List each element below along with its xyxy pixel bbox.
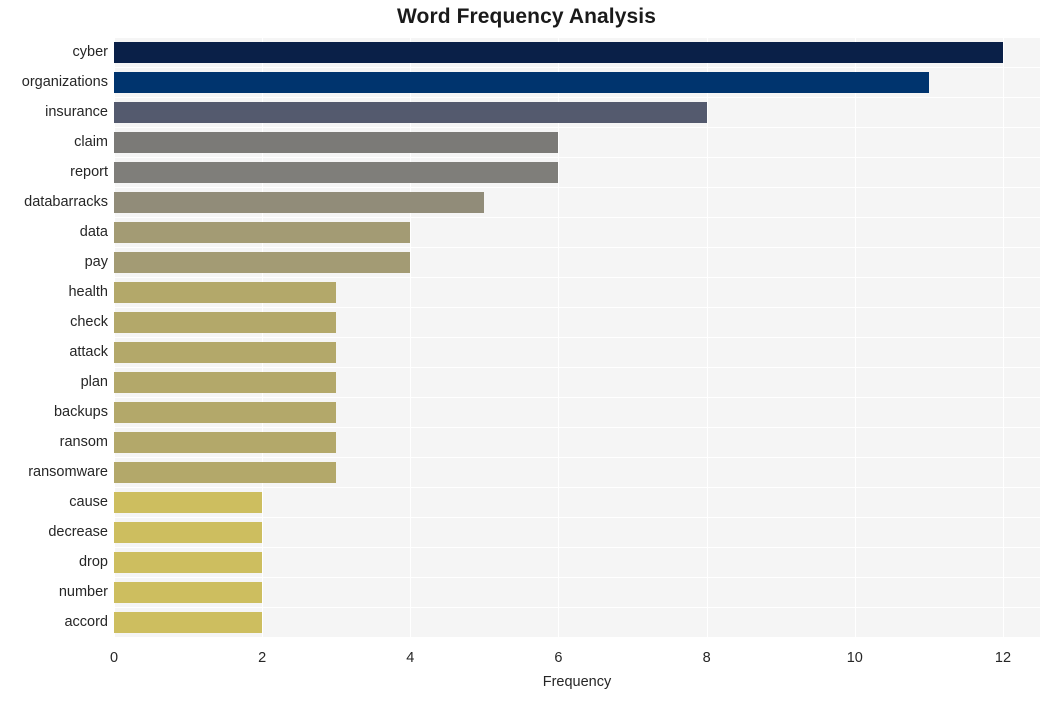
x-tick-label: 10 — [846, 650, 863, 666]
x-axis-tick-labels: 0 2 4 6 8 10 12 — [0, 0, 1053, 701]
chart-figure: Word Frequency Analysis cyber organizatio… — [0, 0, 1053, 701]
x-axis-title: Frequency — [542, 674, 612, 690]
x-tick-label: 8 — [702, 650, 711, 666]
x-tick-label: 4 — [406, 650, 415, 666]
x-tick-label: 12 — [994, 650, 1012, 666]
x-tick-label: 2 — [258, 650, 267, 666]
x-tick-label: 0 — [109, 650, 119, 666]
x-tick-label: 6 — [554, 650, 563, 666]
